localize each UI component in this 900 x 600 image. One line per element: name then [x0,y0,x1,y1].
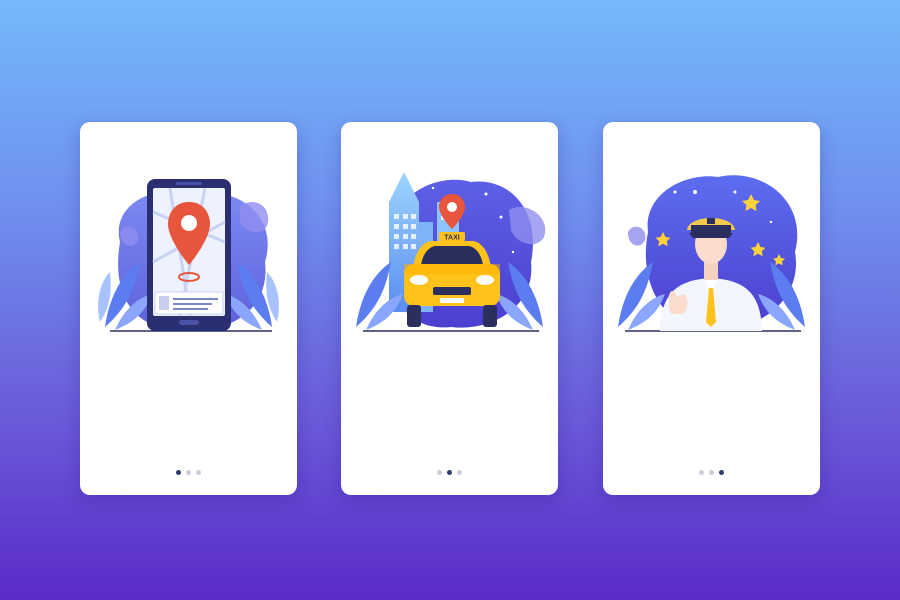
pager-dot-2[interactable] [186,470,191,475]
pager-dot-2[interactable] [447,470,452,475]
taxi-driver-illustration [618,175,805,332]
pager-dot-3[interactable] [196,470,201,475]
pager-dot-1[interactable] [699,470,704,475]
pager-dot-3[interactable] [719,470,724,475]
onboarding-screen-2: TAXI [341,122,558,495]
smartphone-map-illustration [98,179,279,332]
pager-dot-2[interactable] [709,470,714,475]
pager-dots [341,470,558,478]
taxi-city-illustration: TAXI [356,172,546,332]
pager-dots [603,470,820,478]
pager-dot-1[interactable] [437,470,442,475]
pager-dot-3[interactable] [457,470,462,475]
onboarding-screen-3 [603,122,820,495]
taxi-sign-text: TAXI [444,235,459,242]
pager-dot-1[interactable] [176,470,181,475]
pager-dots [80,470,297,478]
onboarding-screen-1 [80,122,297,495]
